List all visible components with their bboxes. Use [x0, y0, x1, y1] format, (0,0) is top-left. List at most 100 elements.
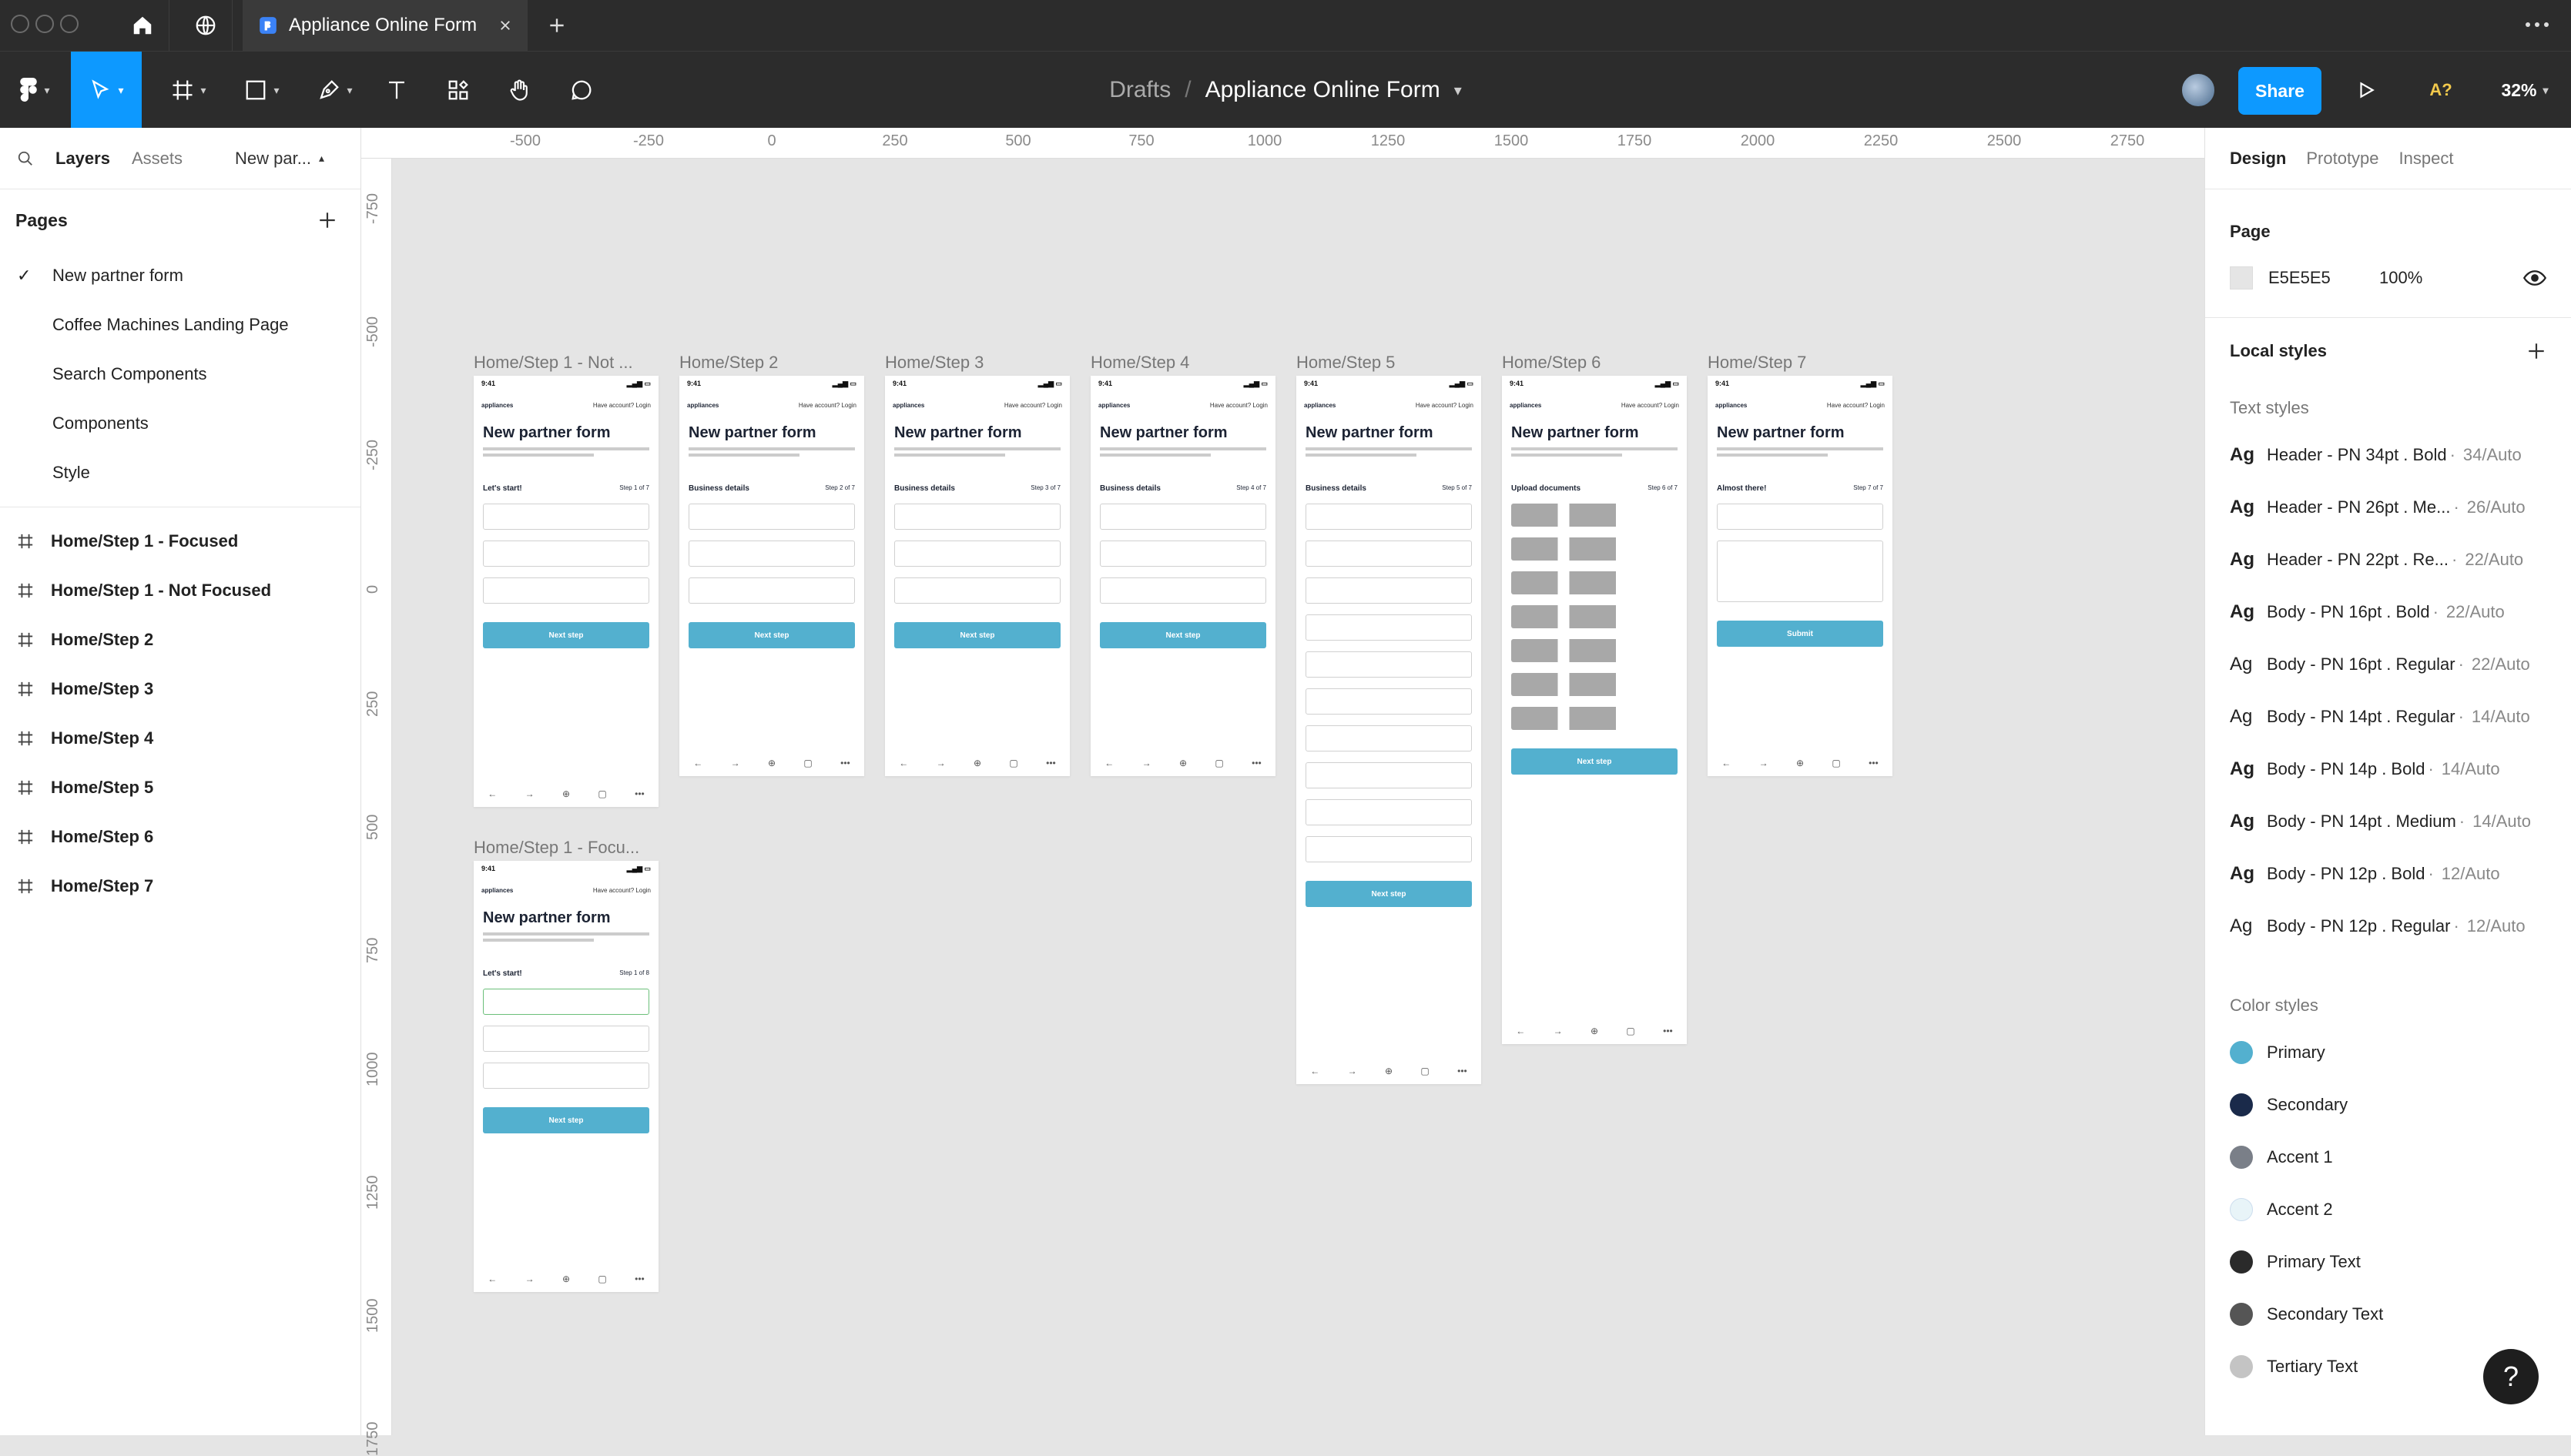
tab-inspect[interactable]: Inspect — [2399, 149, 2454, 169]
frame-3[interactable]: 9:41▂▄▆ ▭appliancesHave account? LoginNe… — [885, 376, 1070, 776]
frame-label[interactable]: Home/Step 1 - Focu... — [474, 838, 639, 858]
form-field[interactable] — [1306, 762, 1472, 788]
text-style-item[interactable]: AgBody - PN 14pt . Regular·14/Auto — [2205, 691, 2571, 743]
maximize-window-button[interactable] — [60, 15, 79, 33]
layer-item[interactable]: Home/Step 2 — [0, 615, 360, 664]
form-field[interactable] — [1306, 725, 1472, 751]
text-style-item[interactable]: AgHeader - PN 34pt . Bold·34/Auto — [2205, 429, 2571, 481]
submit-button[interactable]: Next step — [689, 622, 855, 648]
nav-icon[interactable]: → — [1554, 1026, 1563, 1036]
form-field[interactable] — [689, 541, 855, 567]
text-style-item[interactable]: AgBody - PN 16pt . Bold·22/Auto — [2205, 586, 2571, 638]
frame-5[interactable]: 9:41▂▄▆ ▭appliancesHave account? LoginNe… — [1296, 376, 1481, 1084]
submit-button[interactable]: Next step — [483, 1107, 649, 1133]
form-field[interactable] — [1511, 673, 1678, 696]
color-style-item[interactable]: Accent 2 — [2205, 1183, 2571, 1236]
login-link[interactable]: Have account? Login — [593, 887, 651, 894]
nav-icon[interactable]: ⊕ — [1385, 1066, 1393, 1076]
page-color-swatch[interactable] — [2230, 266, 2253, 290]
frame-4[interactable]: 9:41▂▄▆ ▭appliancesHave account? LoginNe… — [1091, 376, 1275, 776]
frame-label[interactable]: Home/Step 7 — [1708, 353, 1806, 373]
nav-icon[interactable]: → — [525, 1274, 535, 1284]
form-field[interactable] — [894, 541, 1061, 567]
more-menu-icon[interactable] — [2523, 17, 2551, 32]
login-link[interactable]: Have account? Login — [1621, 402, 1679, 409]
form-field[interactable] — [1306, 577, 1472, 604]
nav-icon[interactable]: → — [1142, 758, 1151, 768]
login-link[interactable]: Have account? Login — [1416, 402, 1473, 409]
form-field[interactable] — [1306, 799, 1472, 825]
page-item[interactable]: Search Components — [0, 350, 360, 399]
login-link[interactable]: Have account? Login — [593, 402, 651, 409]
nav-icon[interactable]: ⊕ — [768, 758, 776, 768]
frame-2[interactable]: 9:41▂▄▆ ▭appliancesHave account? LoginNe… — [679, 376, 864, 776]
frame-6[interactable]: 9:41▂▄▆ ▭appliancesHave account? LoginNe… — [1502, 376, 1687, 1044]
frame-8[interactable]: 9:41▂▄▆ ▭appliancesHave account? LoginNe… — [474, 861, 659, 1292]
nav-icon[interactable]: → — [525, 788, 535, 799]
add-style-icon[interactable] — [2526, 341, 2546, 361]
page-item[interactable]: Components — [0, 399, 360, 448]
nav-icon[interactable]: ⊕ — [562, 1274, 570, 1284]
nav-icon[interactable]: ▢ — [1215, 758, 1223, 768]
nav-icon[interactable]: ⊕ — [1796, 758, 1804, 768]
submit-button[interactable]: Next step — [1511, 748, 1678, 775]
close-window-button[interactable] — [11, 15, 29, 33]
nav-icon[interactable]: ← — [899, 758, 908, 768]
form-field[interactable] — [483, 541, 649, 567]
nav-icon[interactable]: → — [937, 758, 946, 768]
form-field[interactable] — [689, 504, 855, 530]
form-field[interactable] — [1511, 537, 1678, 561]
nav-icon[interactable]: ▢ — [1420, 1066, 1429, 1076]
form-field[interactable] — [1511, 605, 1678, 628]
chevron-down-icon[interactable]: ▾ — [1454, 81, 1462, 100]
page-item[interactable]: Coffee Machines Landing Page — [0, 300, 360, 350]
nav-icon[interactable]: → — [731, 758, 740, 768]
form-field[interactable] — [483, 1026, 649, 1052]
layer-item[interactable]: Home/Step 3 — [0, 664, 360, 714]
color-style-item[interactable]: Primary Text — [2205, 1236, 2571, 1288]
nav-icon[interactable]: ••• — [1046, 758, 1056, 768]
form-field[interactable] — [1717, 504, 1883, 530]
form-field[interactable] — [483, 577, 649, 604]
form-field[interactable] — [1306, 651, 1472, 678]
nav-icon[interactable]: → — [1348, 1066, 1357, 1076]
nav-icon[interactable]: ▢ — [1009, 758, 1017, 768]
nav-icon[interactable]: ⊕ — [974, 758, 981, 768]
text-style-item[interactable]: AgBody - PN 14p . Bold·14/Auto — [2205, 743, 2571, 795]
nav-icon[interactable]: ⊕ — [1591, 1026, 1598, 1036]
avatar[interactable] — [2178, 52, 2218, 129]
form-field[interactable] — [1511, 639, 1678, 662]
frame-label[interactable]: Home/Step 1 - Not ... — [474, 353, 633, 373]
nav-icon[interactable]: ••• — [1663, 1026, 1673, 1036]
tab-prototype[interactable]: Prototype — [2306, 149, 2378, 169]
color-style-item[interactable]: Secondary — [2205, 1079, 2571, 1131]
login-link[interactable]: Have account? Login — [1210, 402, 1268, 409]
home-button[interactable] — [116, 0, 169, 51]
form-field[interactable] — [483, 1063, 649, 1089]
form-field[interactable] — [1717, 541, 1883, 602]
nav-icon[interactable]: ••• — [1457, 1066, 1467, 1076]
nav-icon[interactable]: ⊕ — [1179, 758, 1187, 768]
text-style-item[interactable]: AgBody - PN 14pt . Medium·14/Auto — [2205, 795, 2571, 848]
nav-icon[interactable]: ••• — [1869, 758, 1879, 768]
form-field[interactable] — [1511, 707, 1678, 730]
nav-icon[interactable]: ← — [1721, 758, 1731, 768]
layer-item[interactable]: Home/Step 1 - Not Focused — [0, 566, 360, 615]
community-button[interactable] — [179, 0, 233, 51]
frame-label[interactable]: Home/Step 3 — [885, 353, 984, 373]
frame-label[interactable]: Home/Step 5 — [1296, 353, 1395, 373]
layer-item[interactable]: Home/Step 5 — [0, 763, 360, 812]
add-page-icon[interactable] — [317, 210, 337, 230]
form-field[interactable] — [1306, 614, 1472, 641]
form-field[interactable] — [689, 577, 855, 604]
page-color-value[interactable]: E5E5E5 — [2268, 268, 2379, 288]
nav-icon[interactable]: ▢ — [598, 1274, 606, 1284]
page-item[interactable]: ✓New partner form — [0, 251, 360, 300]
color-style-item[interactable]: Accent 1 — [2205, 1131, 2571, 1183]
close-tab-icon[interactable] — [498, 18, 512, 32]
zoom-menu[interactable]: 32% ▾ — [2488, 52, 2562, 129]
page-item[interactable]: Style — [0, 448, 360, 497]
layer-item[interactable]: Home/Step 6 — [0, 812, 360, 862]
nav-icon[interactable]: ••• — [635, 788, 645, 799]
nav-icon[interactable]: ••• — [840, 758, 850, 768]
